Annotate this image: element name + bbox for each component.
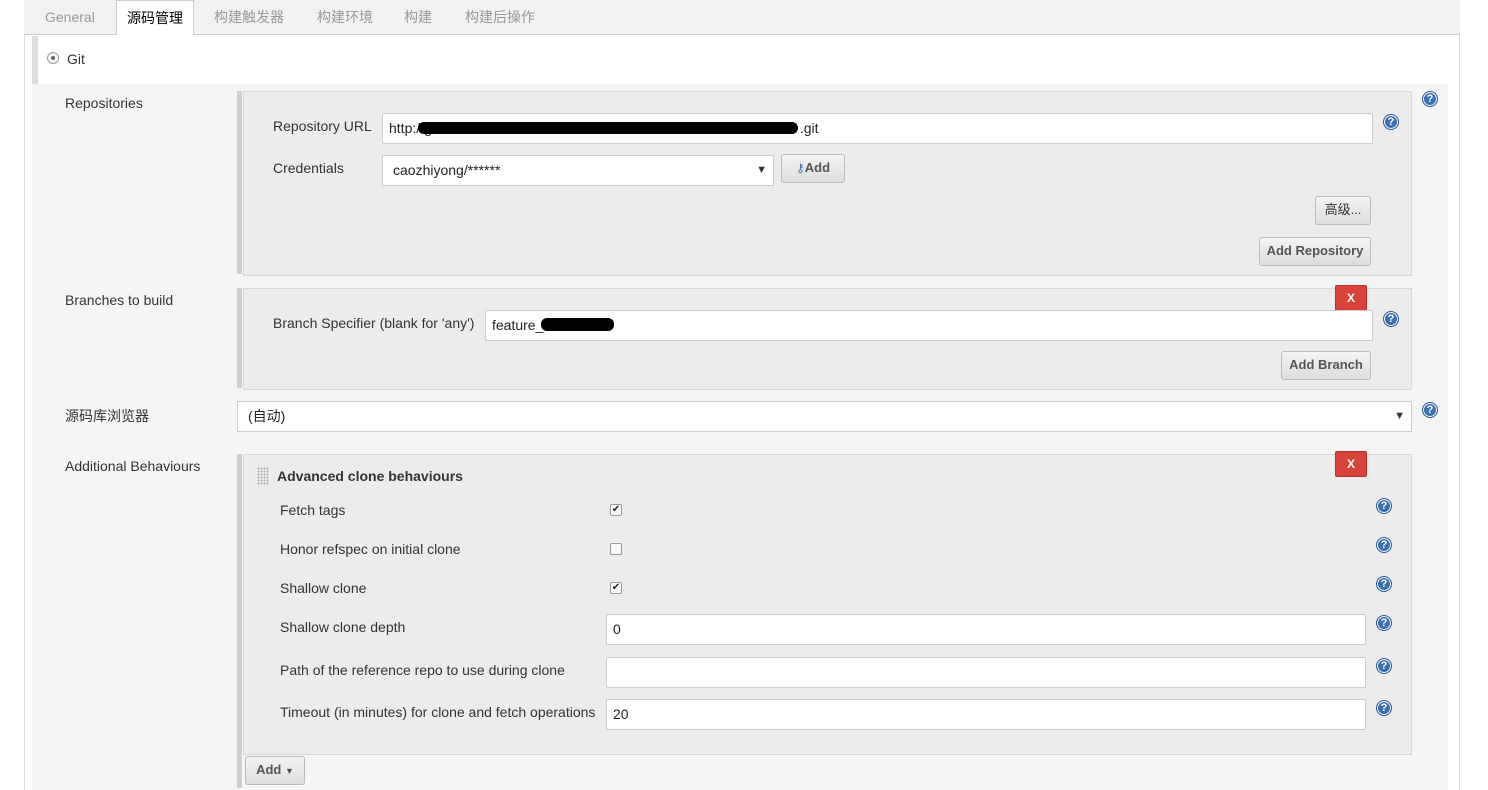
clone-behaviours-title: Advanced clone behaviours [277, 468, 463, 484]
help-icon[interactable]: ? [1383, 114, 1399, 130]
help-icon[interactable]: ? [1422, 402, 1438, 418]
help-icon[interactable]: ? [1376, 658, 1392, 674]
drag-handle-icon[interactable] [257, 467, 269, 485]
chevron-down-icon: ▼ [756, 164, 767, 176]
tab-general[interactable]: General [45, 0, 95, 35]
add-branch-button[interactable]: Add Branch [1281, 351, 1371, 380]
branch-specifier-input[interactable]: feature_ [485, 310, 1373, 341]
repo-browser-select[interactable]: (自动) ▼ [237, 401, 1412, 432]
help-icon[interactable]: ? [1376, 615, 1392, 631]
reference-repo-input[interactable] [606, 657, 1366, 688]
git-label: Git [67, 51, 85, 67]
branch-specifier-value: feature_ [492, 317, 544, 333]
help-icon[interactable]: ? [1383, 311, 1399, 327]
repo-browser-value: (自动) [248, 408, 286, 424]
reference-repo-label: Path of the reference repo to use during… [280, 662, 565, 678]
panel-edge [237, 288, 242, 388]
help-icon[interactable]: ? [1376, 537, 1392, 553]
shallow-depth-input[interactable]: 0 [606, 614, 1366, 645]
repository-url-label: Repository URL [273, 118, 372, 134]
tab-bar: General 源码管理 构建触发器 构建环境 构建 构建后操作 [24, 0, 1460, 38]
redaction-mark [541, 318, 614, 331]
remove-branch-button[interactable]: X [1335, 285, 1367, 311]
tab-build[interactable]: 构建 [404, 0, 432, 35]
chevron-down-icon: ▼ [284, 766, 294, 776]
add-repository-button[interactable]: Add Repository [1259, 237, 1371, 266]
credentials-value: caozhiyong/****** [393, 162, 501, 178]
chevron-down-icon: ▼ [1394, 410, 1405, 422]
tab-post-build[interactable]: 构建后操作 [465, 0, 535, 35]
panel-edge [237, 454, 242, 788]
add-behaviour-button[interactable]: Add ▼ [245, 756, 305, 785]
credentials-label: Credentials [273, 160, 344, 176]
repositories-label: Repositories [65, 95, 143, 111]
repository-url-suffix: .git [799, 120, 819, 136]
git-radio[interactable] [47, 52, 59, 64]
advanced-button[interactable]: 高级... [1315, 196, 1371, 225]
checkmark-icon: ✔ [611, 504, 621, 515]
honor-refspec-label: Honor refspec on initial clone [280, 541, 461, 557]
remove-behaviour-button[interactable]: X [1335, 451, 1367, 477]
help-icon[interactable]: ? [1376, 700, 1392, 716]
tab-build-triggers[interactable]: 构建触发器 [214, 0, 284, 35]
help-icon[interactable]: ? [1376, 576, 1392, 592]
branch-specifier-label: Branch Specifier (blank for 'any') [273, 315, 475, 331]
add-credentials-label: Add [804, 160, 831, 175]
repo-browser-label: 源码库浏览器 [65, 408, 149, 424]
shallow-clone-label: Shallow clone [280, 580, 367, 596]
honor-refspec-checkbox[interactable] [610, 543, 622, 555]
shallow-depth-label: Shallow clone depth [280, 619, 406, 635]
key-icon: ⚷ [795, 161, 805, 175]
shallow-clone-checkbox[interactable]: ✔ [610, 582, 622, 594]
fetch-tags-checkbox[interactable]: ✔ [610, 504, 622, 516]
tab-scm[interactable]: 源码管理 [116, 0, 194, 38]
tab-build-environment[interactable]: 构建环境 [317, 0, 373, 35]
additional-behaviours-label: Additional Behaviours [65, 458, 201, 474]
help-icon[interactable]: ? [1376, 498, 1392, 514]
timeout-input[interactable]: 20 [606, 699, 1366, 730]
credentials-select[interactable]: caozhiyong/****** ▼ [382, 155, 774, 186]
redaction-mark [418, 122, 798, 134]
timeout-label: Timeout (in minutes) for clone and fetch… [280, 704, 596, 720]
help-icon[interactable]: ? [1422, 91, 1438, 107]
branches-label: Branches to build [65, 292, 174, 308]
fetch-tags-label: Fetch tags [280, 502, 346, 518]
add-credentials-button[interactable]: ⚷Add [781, 154, 845, 183]
panel-edge [237, 91, 242, 274]
checkmark-icon: ✔ [611, 582, 621, 593]
add-behaviour-label: Add [256, 762, 282, 777]
